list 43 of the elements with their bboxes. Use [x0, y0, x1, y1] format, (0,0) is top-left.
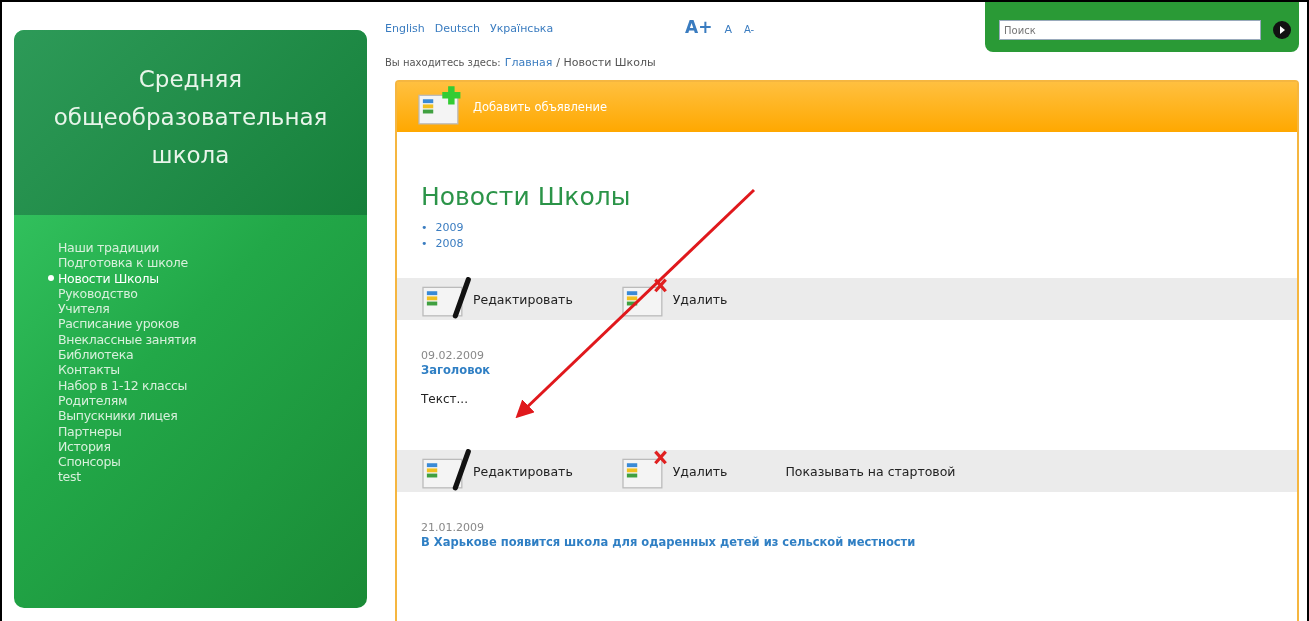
language-link[interactable]: Deutsch — [434, 22, 480, 35]
breadcrumb-link[interactable]: Главная — [504, 56, 553, 69]
page-heading: Новости Школы — [421, 182, 632, 212]
menu-item[interactable]: Учителя — [48, 301, 110, 317]
post-date: 09.02.2009 — [421, 348, 485, 363]
edit-button[interactable]: Редактировать — [417, 277, 573, 321]
menu-item[interactable]: Наши традиции — [48, 240, 160, 256]
add-announcement-button[interactable]: Добавить объявление — [413, 85, 607, 129]
site-title: Средняя общеобразовательная школа — [52, 64, 329, 170]
font-size-link[interactable]: A — [724, 23, 732, 36]
year-link[interactable]: 2009 — [435, 220, 464, 236]
menu-item[interactable]: test — [48, 469, 81, 485]
post-text: Текст... — [421, 392, 469, 406]
list-bullet: • — [421, 220, 428, 236]
menu-item[interactable]: Родителям — [48, 392, 128, 409]
menu-item[interactable]: Внеклассные занятия — [48, 331, 197, 348]
menu-item[interactable]: Новости Школы — [48, 270, 159, 286]
menu-item[interactable]: Партнеры — [48, 423, 122, 439]
delete-button[interactable]: Удалить — [616, 277, 728, 321]
font-size-link[interactable]: A- — [743, 24, 755, 35]
language-link[interactable]: English — [385, 22, 425, 35]
menu-item[interactable]: Библиотека — [48, 347, 134, 363]
delete-button[interactable]: Удалить — [616, 449, 728, 493]
language-link[interactable]: Українська — [490, 22, 554, 35]
menu-item[interactable]: Спонсоры — [48, 454, 121, 470]
font-size-link[interactable]: A+ — [685, 17, 713, 37]
menu-item[interactable]: Набор в 1-12 классы — [48, 377, 188, 393]
menu-item[interactable]: История — [48, 438, 111, 455]
show-on-home-button[interactable]: Показывать на стартовой — [785, 463, 956, 479]
list-bullet: • — [421, 236, 428, 252]
menu-item[interactable]: Руководство — [48, 285, 138, 302]
menu-item[interactable]: Контакты — [48, 362, 120, 378]
breadcrumb-label: Вы находитесь здесь: — [385, 57, 501, 68]
post-date: 21.01.2009 — [421, 520, 485, 535]
post-title-link[interactable]: Заголовок — [421, 363, 1273, 378]
edit-button[interactable]: Редактировать — [417, 449, 573, 493]
menu-item[interactable]: Выпускники лицея — [48, 408, 178, 424]
breadcrumb-current: / Новости Школы — [556, 56, 656, 69]
post-title-link[interactable]: В Харькове появится школа для одаренных детей из сельской местности — [421, 535, 1273, 550]
menu-item[interactable]: Подготовка к школе — [48, 255, 188, 271]
year-link[interactable]: 2008 — [435, 236, 464, 252]
menu-item[interactable]: Расписание уроков — [48, 316, 180, 332]
search-field[interactable]: Поиск — [999, 20, 1262, 40]
